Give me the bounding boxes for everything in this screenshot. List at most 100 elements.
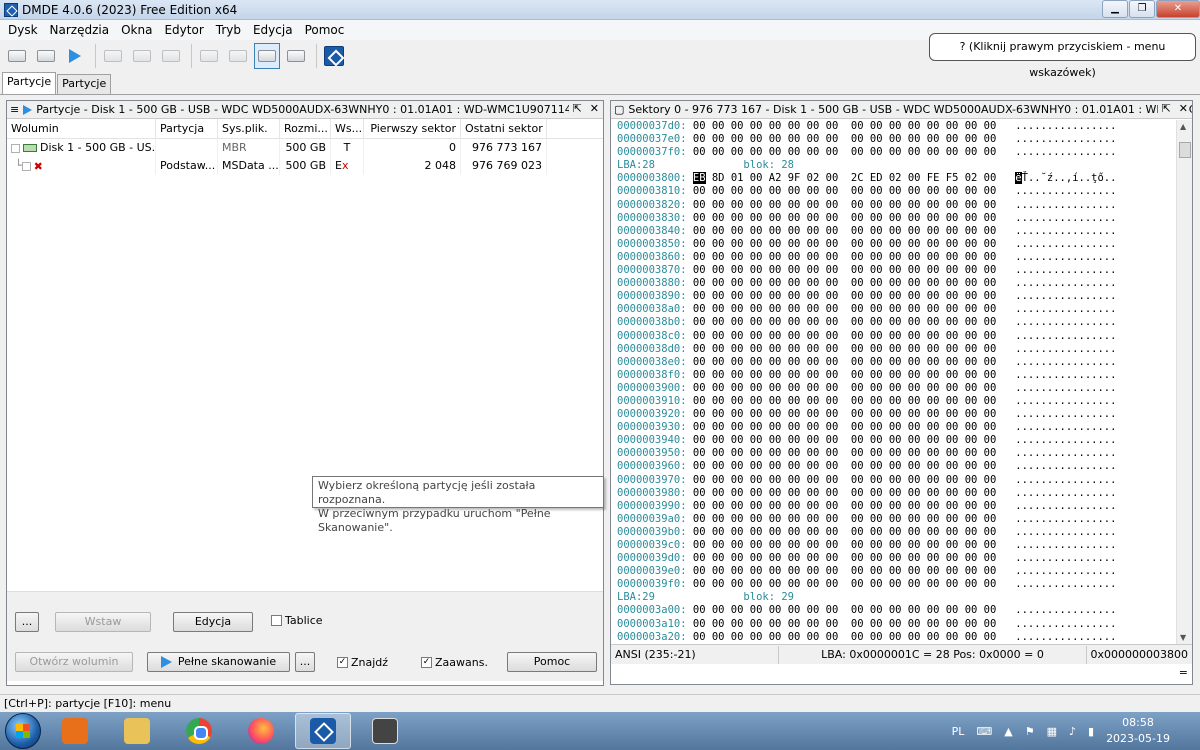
toolbar-search-button[interactable] <box>129 43 155 69</box>
toolbar-goto-button[interactable] <box>100 43 126 69</box>
insert-button[interactable]: Wstaw <box>55 612 151 632</box>
toolbar-view2-button[interactable] <box>225 43 251 69</box>
hex-bytes[interactable]: 00 00 00 00 00 00 00 00 00 00 00 00 00 0… <box>693 120 996 132</box>
hex-bytes[interactable]: 00 00 00 00 00 00 00 00 00 00 00 00 00 0… <box>693 460 996 472</box>
toolbar-play-button[interactable] <box>62 43 88 69</box>
close-panel-icon[interactable]: ✕ <box>590 102 599 115</box>
advanced-checkbox[interactable]: ✓ Zaawans. <box>421 656 488 669</box>
close-panel-icon[interactable]: ✕ <box>1179 102 1188 115</box>
full-scan-button[interactable]: Pełne skanowanie <box>147 652 290 672</box>
hex-bytes[interactable]: 00 00 00 00 00 00 00 00 00 00 00 00 00 0… <box>693 474 996 486</box>
column-sys-plik[interactable]: Sys.plik. <box>218 119 280 138</box>
menu-pomoc[interactable]: Pomoc <box>299 23 351 37</box>
table-row[interactable]: Disk 1 - 500 GB - US... MBR 500 GB T 0 9… <box>7 139 603 157</box>
help-button[interactable]: Pomoc <box>507 652 597 672</box>
hex-bytes[interactable]: 00 00 00 00 00 00 00 00 00 00 00 00 00 0… <box>693 552 996 564</box>
hex-bytes[interactable]: 00 00 00 00 00 00 00 00 00 00 00 00 00 0… <box>693 199 996 211</box>
start-button[interactable] <box>5 713 41 749</box>
hex-bytes[interactable]: 00 00 00 00 00 00 00 00 00 00 00 00 00 0… <box>693 343 996 355</box>
toolbar-dmde-button[interactable] <box>321 43 347 69</box>
toolbar-disk-button[interactable] <box>4 43 30 69</box>
toolbar-new-button[interactable] <box>158 43 184 69</box>
hex-bytes[interactable]: 00 00 00 00 00 00 00 00 00 00 00 00 00 0… <box>693 487 996 499</box>
expand-box-icon[interactable] <box>11 143 20 153</box>
more-options-button[interactable]: ... <box>15 612 39 632</box>
taskbar-chrome[interactable] <box>171 713 227 749</box>
hex-bytes[interactable]: 00 00 00 00 00 00 00 00 00 00 00 00 00 0… <box>693 369 996 381</box>
tab-partycje-2[interactable]: Partycje <box>57 74 112 94</box>
taskbar-firefox[interactable] <box>233 713 289 749</box>
hint-bubble[interactable]: ? (Kliknij prawym przyciskiem - menu wsk… <box>929 33 1196 79</box>
column-partycja[interactable]: Partycja <box>156 119 218 138</box>
hex-bytes[interactable]: 00 00 00 00 00 00 00 00 00 00 00 00 00 0… <box>693 578 996 590</box>
keyboard-icon[interactable]: ⌨ <box>976 725 992 738</box>
open-volume-button[interactable]: Otwórz wolumin <box>15 652 133 672</box>
toolbar-write-button[interactable] <box>283 43 309 69</box>
column-pierwszy-sektor[interactable]: Pierwszy sektor <box>364 119 461 138</box>
hex-bytes[interactable]: 00 00 00 00 00 00 00 00 00 00 00 00 00 0… <box>693 356 996 368</box>
hex-bytes[interactable]: 00 00 00 00 00 00 00 00 00 00 00 00 00 0… <box>693 408 996 420</box>
column-rozmiar[interactable]: Rozmi... <box>280 119 331 138</box>
hex-bytes[interactable]: 00 00 00 00 00 00 00 00 00 00 00 00 00 0… <box>693 185 996 197</box>
column-wskazniki[interactable]: Ws... <box>331 119 364 138</box>
hex-bytes[interactable]: 00 00 00 00 00 00 00 00 00 00 00 00 00 0… <box>693 290 996 302</box>
hex-bytes[interactable]: 00 00 00 00 00 00 00 00 00 00 00 00 00 0… <box>693 225 996 237</box>
menu-narzedzia[interactable]: Narzędzia <box>44 23 116 37</box>
maximize-panel-icon[interactable]: ⇱ <box>1162 102 1171 115</box>
volume-icon[interactable]: ♪ <box>1069 725 1076 738</box>
column-wolumin[interactable]: Wolumin <box>7 119 156 138</box>
hex-view[interactable]: 00000037d0: 00 00 00 00 00 00 00 00 00 0… <box>611 120 1176 644</box>
hex-bytes[interactable]: 00 00 00 00 00 00 00 00 00 00 00 00 00 0… <box>693 618 996 630</box>
hex-bytes[interactable]: 00 00 00 00 00 00 00 00 00 00 00 00 00 0… <box>693 513 996 525</box>
hex-bytes[interactable]: 00 00 00 00 00 00 00 00 00 00 00 00 00 0… <box>693 330 996 342</box>
tables-checkbox[interactable]: Tablice <box>271 614 323 627</box>
maximize-panel-icon[interactable]: ⇱ <box>573 102 582 115</box>
hex-bytes[interactable]: 00 00 00 00 00 00 00 00 00 00 00 00 00 0… <box>693 303 996 315</box>
column-ostatni-sektor[interactable]: Ostatni sektor <box>461 119 547 138</box>
hex-bytes[interactable]: 00 00 00 00 00 00 00 00 00 00 00 00 00 0… <box>693 434 996 446</box>
hex-bytes[interactable]: 00 00 00 00 00 00 00 00 00 00 00 00 00 0… <box>693 146 996 158</box>
language-indicator[interactable]: PL <box>952 725 965 738</box>
hex-bytes[interactable]: 00 00 00 00 00 00 00 00 00 00 00 00 00 0… <box>693 539 996 551</box>
menu-dysk[interactable]: Dysk <box>2 23 44 37</box>
hex-bytes[interactable]: 00 00 00 00 00 00 00 00 00 00 00 00 00 0… <box>693 526 996 538</box>
scroll-thumb[interactable] <box>1179 142 1191 158</box>
hex-bytes[interactable]: 00 00 00 00 00 00 00 00 00 00 00 00 00 0… <box>693 251 996 263</box>
hex-bytes[interactable]: 00 00 00 00 00 00 00 00 00 00 00 00 00 0… <box>693 238 996 250</box>
taskbar-file-explorer[interactable] <box>109 713 165 749</box>
scan-options-button[interactable]: ... <box>295 652 315 672</box>
network-icon[interactable]: ▦ <box>1047 725 1057 738</box>
hex-bytes[interactable]: 00 00 00 00 00 00 00 00 00 00 00 00 00 0… <box>693 133 996 145</box>
taskbar-video-app[interactable] <box>357 713 413 749</box>
menu-tryb[interactable]: Tryb <box>210 23 247 37</box>
close-button[interactable]: ✕ <box>1156 0 1200 18</box>
hex-bytes[interactable]: 00 00 00 00 00 00 00 00 00 00 00 00 00 0… <box>693 500 996 512</box>
toolbar-hex-view-button[interactable] <box>254 43 280 69</box>
taskbar-media-player[interactable] <box>47 713 103 749</box>
clock[interactable]: 08:58 2023-05-19 <box>1106 715 1170 747</box>
show-hidden-icons[interactable]: ▲ <box>1004 725 1012 738</box>
hex-bytes[interactable]: 00 00 00 00 00 00 00 00 00 00 00 00 00 0… <box>693 395 996 407</box>
hex-bytes[interactable]: 00 00 00 00 00 00 00 00 00 00 00 00 00 0… <box>693 264 996 276</box>
edit-button[interactable]: Edycja <box>173 612 253 632</box>
menu-edycja[interactable]: Edycja <box>247 23 299 37</box>
maximize-button[interactable]: ❐ <box>1129 0 1155 18</box>
taskbar-dmde[interactable] <box>295 713 351 749</box>
scroll-up-icon[interactable]: ▲ <box>1180 122 1186 131</box>
hex-bytes[interactable]: 00 00 00 00 00 00 00 00 00 00 00 00 00 0… <box>693 604 996 616</box>
hex-bytes[interactable]: 00 00 00 00 00 00 00 00 00 00 00 00 00 0… <box>693 565 996 577</box>
hex-bytes[interactable]: 00 00 00 00 00 00 00 00 00 00 00 00 00 0… <box>693 631 996 643</box>
minimize-button[interactable]: ▁ <box>1102 0 1128 18</box>
menu-okna[interactable]: Okna <box>115 23 158 37</box>
hex-cursor-byte[interactable]: EB <box>692 172 706 185</box>
hex-bytes[interactable]: 00 00 00 00 00 00 00 00 00 00 00 00 00 0… <box>693 316 996 328</box>
hex-bytes[interactable]: 00 00 00 00 00 00 00 00 00 00 00 00 00 0… <box>693 212 996 224</box>
hex-bytes[interactable]: 00 00 00 00 00 00 00 00 00 00 00 00 00 0… <box>693 382 996 394</box>
hex-bytes[interactable]: 00 00 00 00 00 00 00 00 00 00 00 00 00 0… <box>693 421 996 433</box>
menu-icon[interactable]: ≡ <box>10 103 19 116</box>
device-icon[interactable]: ▮ <box>1088 725 1094 738</box>
hex-bytes[interactable]: 8D 01 00 A2 9F 02 00 2C ED 02 00 FE F5 0… <box>706 172 996 184</box>
table-row[interactable]: └ ✖ Podstaw... MSData ... 500 GB Ex 2 048… <box>7 157 603 175</box>
checkbox-icon[interactable] <box>21 161 31 171</box>
hex-scrollbar[interactable]: ▲ ▼ <box>1176 120 1192 644</box>
